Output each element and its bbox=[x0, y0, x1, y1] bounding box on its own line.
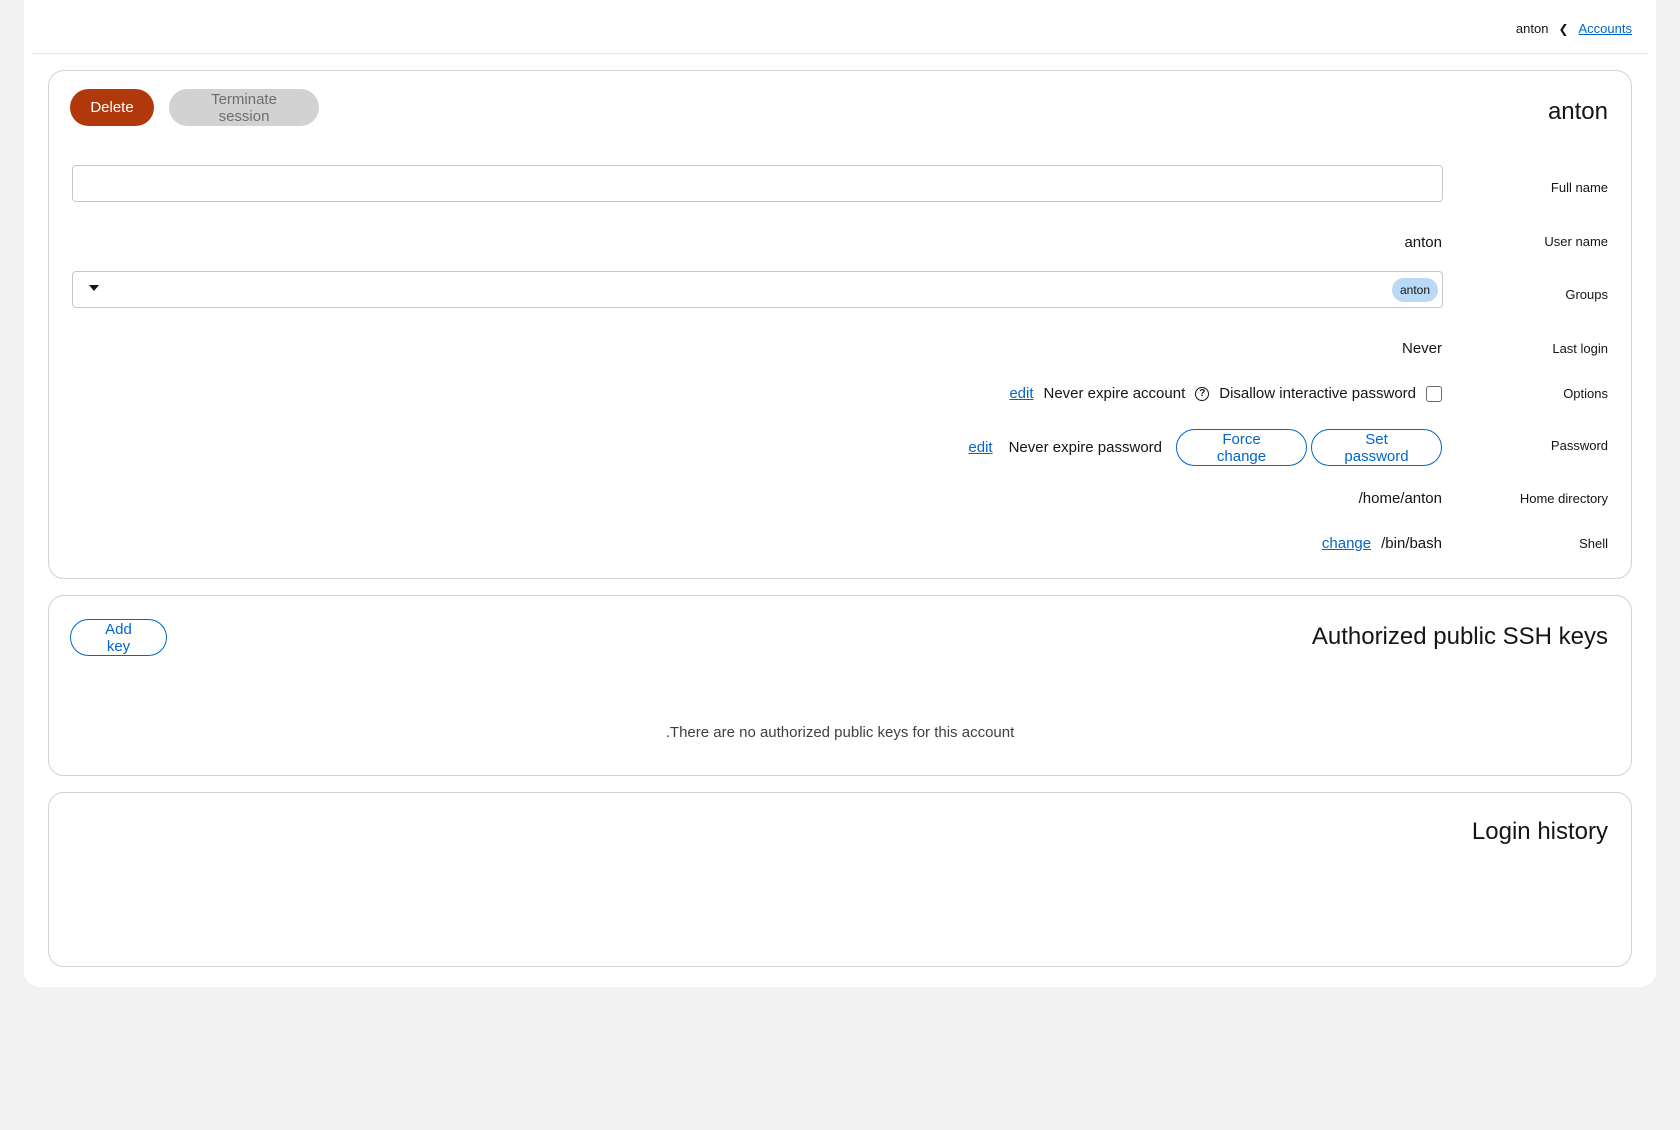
user-name-text: anton bbox=[1404, 234, 1442, 251]
terminate-session-button: Terminate session bbox=[169, 89, 319, 126]
add-key-button[interactable]: Add key bbox=[70, 619, 167, 656]
group-chip[interactable]: anton bbox=[1391, 278, 1438, 302]
options-edit-link[interactable]: edit bbox=[1009, 385, 1033, 402]
ssh-keys-empty-state: .There are no authorized public keys for… bbox=[665, 724, 1015, 741]
last-login-label: Last login bbox=[1552, 341, 1608, 356]
account-expire-text: Never expire account bbox=[1043, 385, 1186, 402]
breadcrumb-current: anton bbox=[1515, 21, 1549, 36]
home-directory-label: Home directory bbox=[1519, 491, 1608, 506]
user-name-label: User name bbox=[1544, 234, 1608, 249]
account-title: anton bbox=[1547, 98, 1608, 125]
disallow-password-label: Disallow interactive password bbox=[1219, 385, 1416, 402]
home-directory-text: /home/anton bbox=[1358, 490, 1442, 507]
home-directory-value: /home/anton bbox=[1359, 490, 1442, 507]
user-name-value: anton bbox=[1404, 234, 1442, 251]
options-label: Options bbox=[1563, 386, 1608, 401]
ssh-keys-card: Add key Authorized public SSH keys .Ther… bbox=[48, 595, 1632, 776]
account-details-card: Delete Terminate session anton Full name… bbox=[48, 70, 1632, 579]
full-name-label: Full name bbox=[1550, 180, 1608, 195]
chevron-left-icon: ❮ bbox=[1558, 21, 1569, 36]
shell-value: change /bin/bash bbox=[1322, 535, 1442, 552]
password-label: Password bbox=[1550, 438, 1608, 453]
groups-label: Groups bbox=[1565, 287, 1608, 302]
force-change-button[interactable]: Force change bbox=[1176, 429, 1307, 466]
shell-change-link[interactable]: change bbox=[1322, 535, 1371, 552]
help-icon[interactable]: ? bbox=[1195, 386, 1210, 401]
password-edit-link[interactable]: edit bbox=[968, 439, 992, 456]
breadcrumb-accounts-link[interactable]: Accounts bbox=[1579, 21, 1632, 36]
options-value: edit Never expire account ? Disallow int… bbox=[1009, 385, 1442, 402]
groups-select[interactable]: anton bbox=[72, 271, 1443, 308]
login-history-card: Login history bbox=[48, 792, 1632, 967]
top-bar: anton ❮ Accounts bbox=[32, 0, 1648, 54]
login-history-title: Login history bbox=[1471, 818, 1608, 845]
ssh-keys-title: Authorized public SSH keys bbox=[1311, 623, 1608, 650]
last-login-value: Never bbox=[1402, 340, 1442, 357]
disallow-password-checkbox[interactable] bbox=[1426, 385, 1442, 402]
caret-down-icon[interactable] bbox=[89, 285, 99, 291]
last-login-text: Never bbox=[1401, 340, 1442, 357]
password-value: edit Never expire password Force change … bbox=[968, 429, 1442, 466]
breadcrumb: anton ❮ Accounts bbox=[1516, 21, 1632, 36]
password-expire-text: Never expire password bbox=[1008, 439, 1162, 456]
full-name-input[interactable] bbox=[72, 165, 1443, 202]
account-page: anton ❮ Accounts Delete Terminate sessio… bbox=[24, 0, 1656, 987]
set-password-button[interactable]: Set password bbox=[1311, 429, 1442, 466]
shell-label: Shell bbox=[1579, 536, 1608, 551]
shell-text: /bin/bash bbox=[1381, 535, 1442, 552]
delete-button[interactable]: Delete bbox=[70, 89, 154, 126]
